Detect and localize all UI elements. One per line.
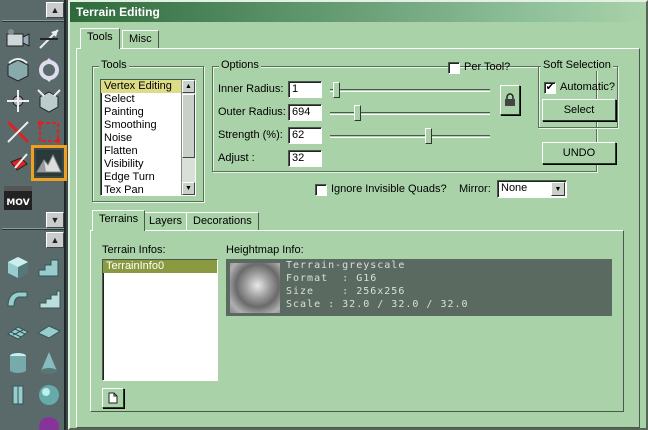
soft-selection-title: Soft Selection: [541, 59, 613, 71]
heightmap-thumbnail: [230, 263, 280, 313]
toolbar-scroll-up-button[interactable]: ▲: [46, 2, 64, 18]
scroll-down-arrow-icon[interactable]: ▼: [182, 182, 195, 195]
curved-stairs-brush-icon[interactable]: [3, 284, 33, 314]
rotate-arrows-icon[interactable]: [34, 55, 64, 85]
heightmap-size: Size : 256x256: [286, 286, 406, 297]
outer-radius-label: Outer Radius:: [218, 106, 286, 118]
cube-brush-icon[interactable]: [3, 252, 33, 282]
select-button[interactable]: Select: [542, 99, 616, 121]
scroll-thumb[interactable]: [182, 94, 195, 158]
spiral-stairs-brush-icon[interactable]: [34, 284, 64, 314]
outer-radius-slider-thumb[interactable]: [354, 105, 362, 121]
automatic-checkbox[interactable]: ✔: [544, 82, 556, 94]
rotate-cube-icon[interactable]: [3, 55, 33, 85]
tab-terrains[interactable]: Terrains: [92, 210, 146, 231]
tools-list[interactable]: Vertex Editing Select Painting Smoothing…: [100, 79, 196, 196]
per-tool-label: Per Tool?: [464, 61, 511, 73]
mirror-dropdown[interactable]: None ▼: [497, 180, 567, 198]
strength-field[interactable]: 62: [288, 127, 322, 144]
tools-group-title: Tools: [99, 59, 129, 71]
camera-icon[interactable]: [3, 24, 33, 54]
strength-label: Strength (%):: [218, 129, 283, 141]
inner-radius-slider-thumb[interactable]: [333, 82, 341, 98]
tube-brush-icon[interactable]: [34, 412, 64, 430]
per-tool-checkbox[interactable]: [448, 62, 460, 74]
new-terrain-button[interactable]: [102, 388, 124, 408]
terrain-infos-label: Terrain Infos:: [102, 244, 166, 256]
adjust-field[interactable]: 32: [288, 150, 322, 167]
brush-scroll-up-button[interactable]: ▲: [46, 232, 64, 248]
ignore-invisible-quads-checkbox[interactable]: [315, 184, 327, 196]
terrain-editing-icon[interactable]: [31, 145, 67, 181]
vertex-edit-icon[interactable]: [3, 148, 33, 178]
translate-icon[interactable]: [3, 86, 33, 116]
strength-slider[interactable]: [330, 135, 490, 138]
new-document-icon: [108, 392, 118, 404]
ignore-invisible-quads-label: Ignore Invisible Quads?: [331, 183, 447, 195]
strength-slider-thumb[interactable]: [424, 128, 432, 144]
toolbar-divider: [2, 228, 64, 230]
lock-radius-button[interactable]: [500, 85, 520, 115]
tab-misc[interactable]: Misc: [122, 30, 159, 49]
heightmap-name: Terrain-greyscale: [286, 260, 406, 271]
terrain-info-item[interactable]: TerrainInfo0: [103, 260, 217, 273]
stairs-brush-icon[interactable]: [34, 252, 64, 282]
heightmap-scale: Scale : 32.0 / 32.0 / 32.0: [286, 299, 469, 310]
heightmap-info-label: Heightmap Info:: [226, 244, 304, 256]
toolbar-scroll-down-button[interactable]: ▼: [46, 212, 64, 228]
tab-layers[interactable]: Layers: [142, 212, 190, 231]
inner-radius-slider[interactable]: [330, 89, 490, 92]
cylinder-brush-icon[interactable]: [3, 348, 33, 378]
undo-button[interactable]: UNDO: [542, 142, 616, 164]
window-title[interactable]: Terrain Editing: [70, 2, 646, 22]
scale-cube-icon[interactable]: [34, 86, 64, 116]
terrain-editing-window: Terrain Editing Tools Misc Tools Vertex …: [68, 0, 648, 430]
inner-radius-field[interactable]: 1: [288, 81, 322, 98]
tools-list-scrollbar[interactable]: ▲ ▼: [181, 80, 195, 195]
volume-brush-icon[interactable]: [3, 380, 33, 410]
toolbar-divider: [2, 20, 64, 22]
heightmap-format: Format : G16: [286, 273, 378, 284]
plane-brush-icon[interactable]: [34, 316, 64, 346]
outer-radius-field[interactable]: 694: [288, 104, 322, 121]
adjust-label: Adjust :: [218, 152, 255, 164]
scroll-up-arrow-icon[interactable]: ▲: [182, 80, 195, 93]
move-arrow-icon[interactable]: [34, 24, 64, 54]
mirror-value: None: [501, 182, 528, 194]
box-select-icon[interactable]: [34, 117, 64, 147]
tab-tools[interactable]: Tools: [80, 28, 120, 49]
sphere-brush-icon[interactable]: [34, 380, 64, 410]
heightmap-info-panel: Terrain-greyscale Format : G16 Size : 25…: [226, 259, 612, 316]
scale-arrows-icon[interactable]: [3, 117, 33, 147]
automatic-label: Automatic?: [560, 81, 616, 93]
chevron-down-icon[interactable]: ▼: [551, 182, 565, 196]
matinee-mov-icon[interactable]: MOV: [4, 186, 32, 210]
tab-decorations[interactable]: Decorations: [186, 212, 259, 231]
cone-brush-icon[interactable]: [34, 348, 64, 378]
tool-sidebar: ▲ MOV ▼ ▲: [0, 0, 67, 430]
sheet-brush-icon[interactable]: [3, 316, 33, 346]
mirror-label: Mirror:: [459, 183, 491, 195]
options-group-title: Options: [219, 59, 261, 71]
padlock-icon: [505, 93, 515, 106]
inner-radius-label: Inner Radius:: [218, 83, 284, 95]
terrain-infos-list[interactable]: TerrainInfo0: [102, 259, 218, 381]
